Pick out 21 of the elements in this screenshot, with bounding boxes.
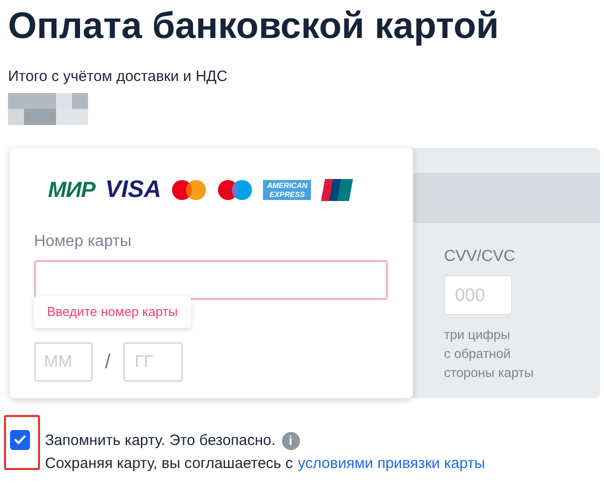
- visa-logo: VISA: [105, 178, 162, 202]
- card-number-label: Номер карты: [34, 232, 132, 252]
- date-separator: /: [104, 350, 112, 375]
- highlight-frame: [4, 415, 40, 470]
- remember-checkbox[interactable]: [10, 430, 30, 450]
- cvv-label: CVV/CVC: [444, 247, 516, 267]
- cvv-hint: три цифры: [444, 326, 512, 344]
- mastercard-logo: [171, 179, 208, 201]
- total-label: Итого с учётом доставки и НДС: [8, 67, 228, 87]
- cvv-hint: стороны карты: [444, 364, 535, 382]
- remember-label: Запомнить карту. Это безопасно.: [45, 431, 276, 451]
- info-icon[interactable]: i: [282, 432, 300, 450]
- mir-logo: МИР: [48, 179, 96, 201]
- maestro-logo: [217, 179, 254, 201]
- checkmark-icon: [14, 435, 26, 445]
- error-tooltip: Введите номер карты: [34, 296, 191, 328]
- unionpay-logo: [321, 179, 354, 201]
- cvv-hint: с обратной: [444, 345, 512, 363]
- binding-terms-link[interactable]: условиями привязки карты: [298, 452, 485, 475]
- consent-text: Сохраняя карту, вы соглашаетесь с: [45, 454, 293, 474]
- page-title: Оплата банковской картой: [8, 4, 499, 48]
